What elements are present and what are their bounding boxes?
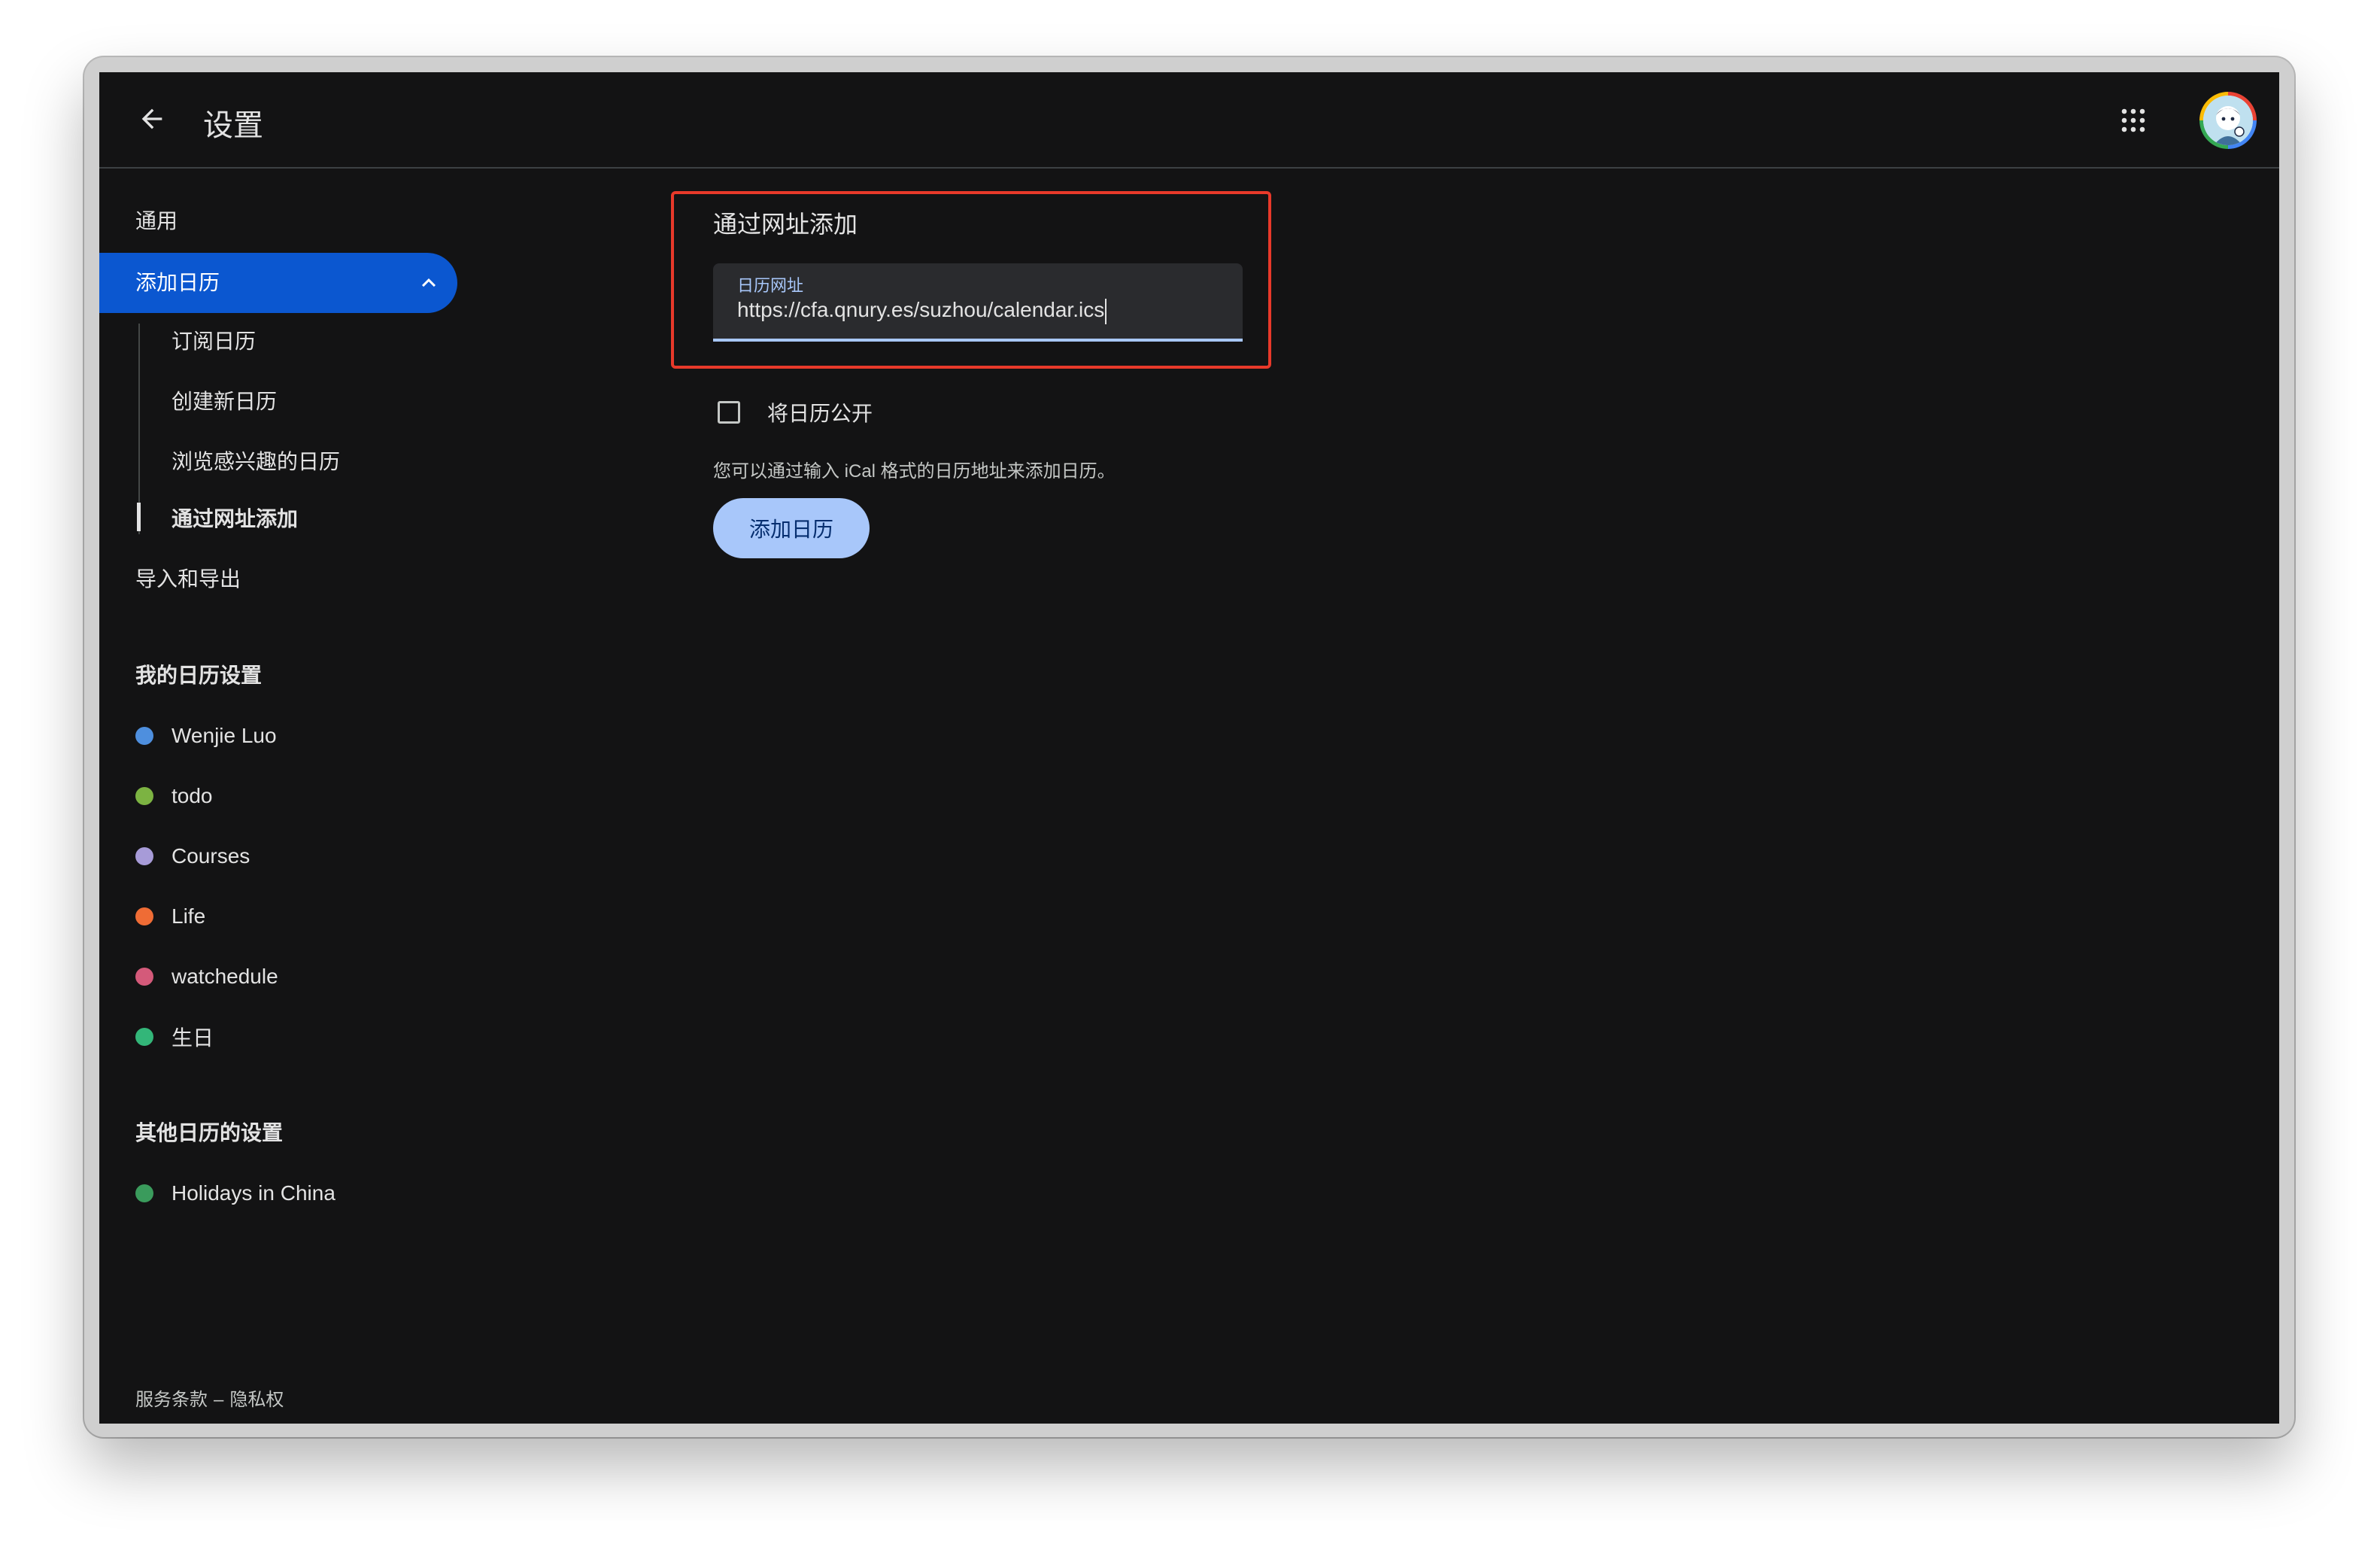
my-calendars-heading: 我的日历设置 (135, 664, 263, 687)
calendar-item-watchedule[interactable]: watchedule (135, 962, 278, 992)
terms-link[interactable]: 服务条款 (135, 1390, 208, 1410)
url-field-label: 日历网址 (737, 276, 804, 295)
public-checkbox-row[interactable]: 将日历公开 (718, 397, 873, 427)
apps-grid-icon (2121, 108, 2145, 132)
top-bar: 设置 (99, 72, 2279, 169)
calendar-color-dot (135, 1028, 153, 1046)
sidebar-item-add-calendar[interactable]: 添加日历 (99, 253, 457, 313)
calendar-label: watchedule (172, 965, 278, 988)
footer-separator: – (214, 1390, 224, 1410)
calendar-color-dot (135, 787, 153, 805)
text-cursor (1105, 298, 1107, 324)
calendar-item-courses[interactable]: Courses (135, 841, 250, 871)
calendar-item-birthdays[interactable]: 生日 (135, 1022, 214, 1052)
footer-links: 服务条款 – 隐私权 (135, 1384, 284, 1411)
calendar-url-field[interactable]: 日历网址 https://cfa.qnury.es/suzhou/calenda… (713, 263, 1243, 342)
public-checkbox[interactable] (718, 401, 740, 424)
sidebar-item-general[interactable]: 通用 (135, 206, 178, 236)
calendar-label: Holidays in China (172, 1181, 335, 1205)
active-subnav-indicator (137, 503, 141, 531)
calendar-color-dot (135, 907, 153, 925)
help-text: 您可以通过输入 iCal 格式的日历地址来添加日历。 (713, 461, 1116, 482)
sidebar-item-import-export[interactable]: 导入和导出 (135, 564, 241, 594)
back-button[interactable] (128, 95, 176, 143)
calendar-item-life[interactable]: Life (135, 901, 205, 932)
calendar-settings-app: 设置 通用 添加日历 订阅日历 创建新日历 浏览感兴趣的日历 通过网址添加 导入… (99, 72, 2279, 1424)
page-title: 设置 (203, 109, 263, 142)
calendar-label: 生日 (172, 1026, 214, 1050)
calendar-item-holidays-china[interactable]: Holidays in China (135, 1178, 335, 1208)
calendar-color-dot (135, 847, 153, 865)
url-input[interactable]: https://cfa.qnury.es/suzhou/calendar.ics (737, 298, 1107, 324)
sidebar-item-label: 添加日历 (135, 271, 220, 294)
other-calendars-heading: 其他日历的设置 (135, 1121, 284, 1144)
calendar-item-wenjie-luo[interactable]: Wenjie Luo (135, 721, 277, 751)
add-calendar-button[interactable]: 添加日历 (713, 498, 870, 558)
privacy-link[interactable]: 隐私权 (229, 1390, 284, 1410)
apps-button[interactable] (2112, 99, 2154, 141)
avatar-image (2203, 96, 2253, 145)
chevron-up-icon (422, 278, 436, 287)
calendar-item-todo[interactable]: todo (135, 781, 213, 811)
sidebar-item-create-new[interactable]: 创建新日历 (172, 387, 277, 417)
url-input-value: https://cfa.qnury.es/suzhou/calendar.ics (737, 298, 1105, 321)
sidebar-item-browse[interactable]: 浏览感兴趣的日历 (172, 447, 340, 477)
arrow-back-icon (141, 108, 162, 129)
calendar-label: Wenjie Luo (172, 724, 277, 747)
public-checkbox-label: 将日历公开 (767, 402, 873, 425)
account-avatar[interactable] (2199, 92, 2257, 149)
calendar-color-dot (135, 1184, 153, 1202)
calendar-label: Courses (172, 844, 250, 868)
sidebar-item-from-url[interactable]: 通过网址添加 (172, 504, 298, 534)
browser-window: 设置 通用 添加日历 订阅日历 创建新日历 浏览感兴趣的日历 通过网址添加 导入… (84, 57, 2294, 1437)
calendar-label: todo (172, 784, 213, 807)
calendar-color-dot (135, 727, 153, 745)
sidebar-item-subscribe[interactable]: 订阅日历 (172, 327, 256, 357)
section-title: 通过网址添加 (713, 211, 858, 238)
calendar-label: Life (172, 904, 206, 928)
calendar-color-dot (135, 968, 153, 986)
